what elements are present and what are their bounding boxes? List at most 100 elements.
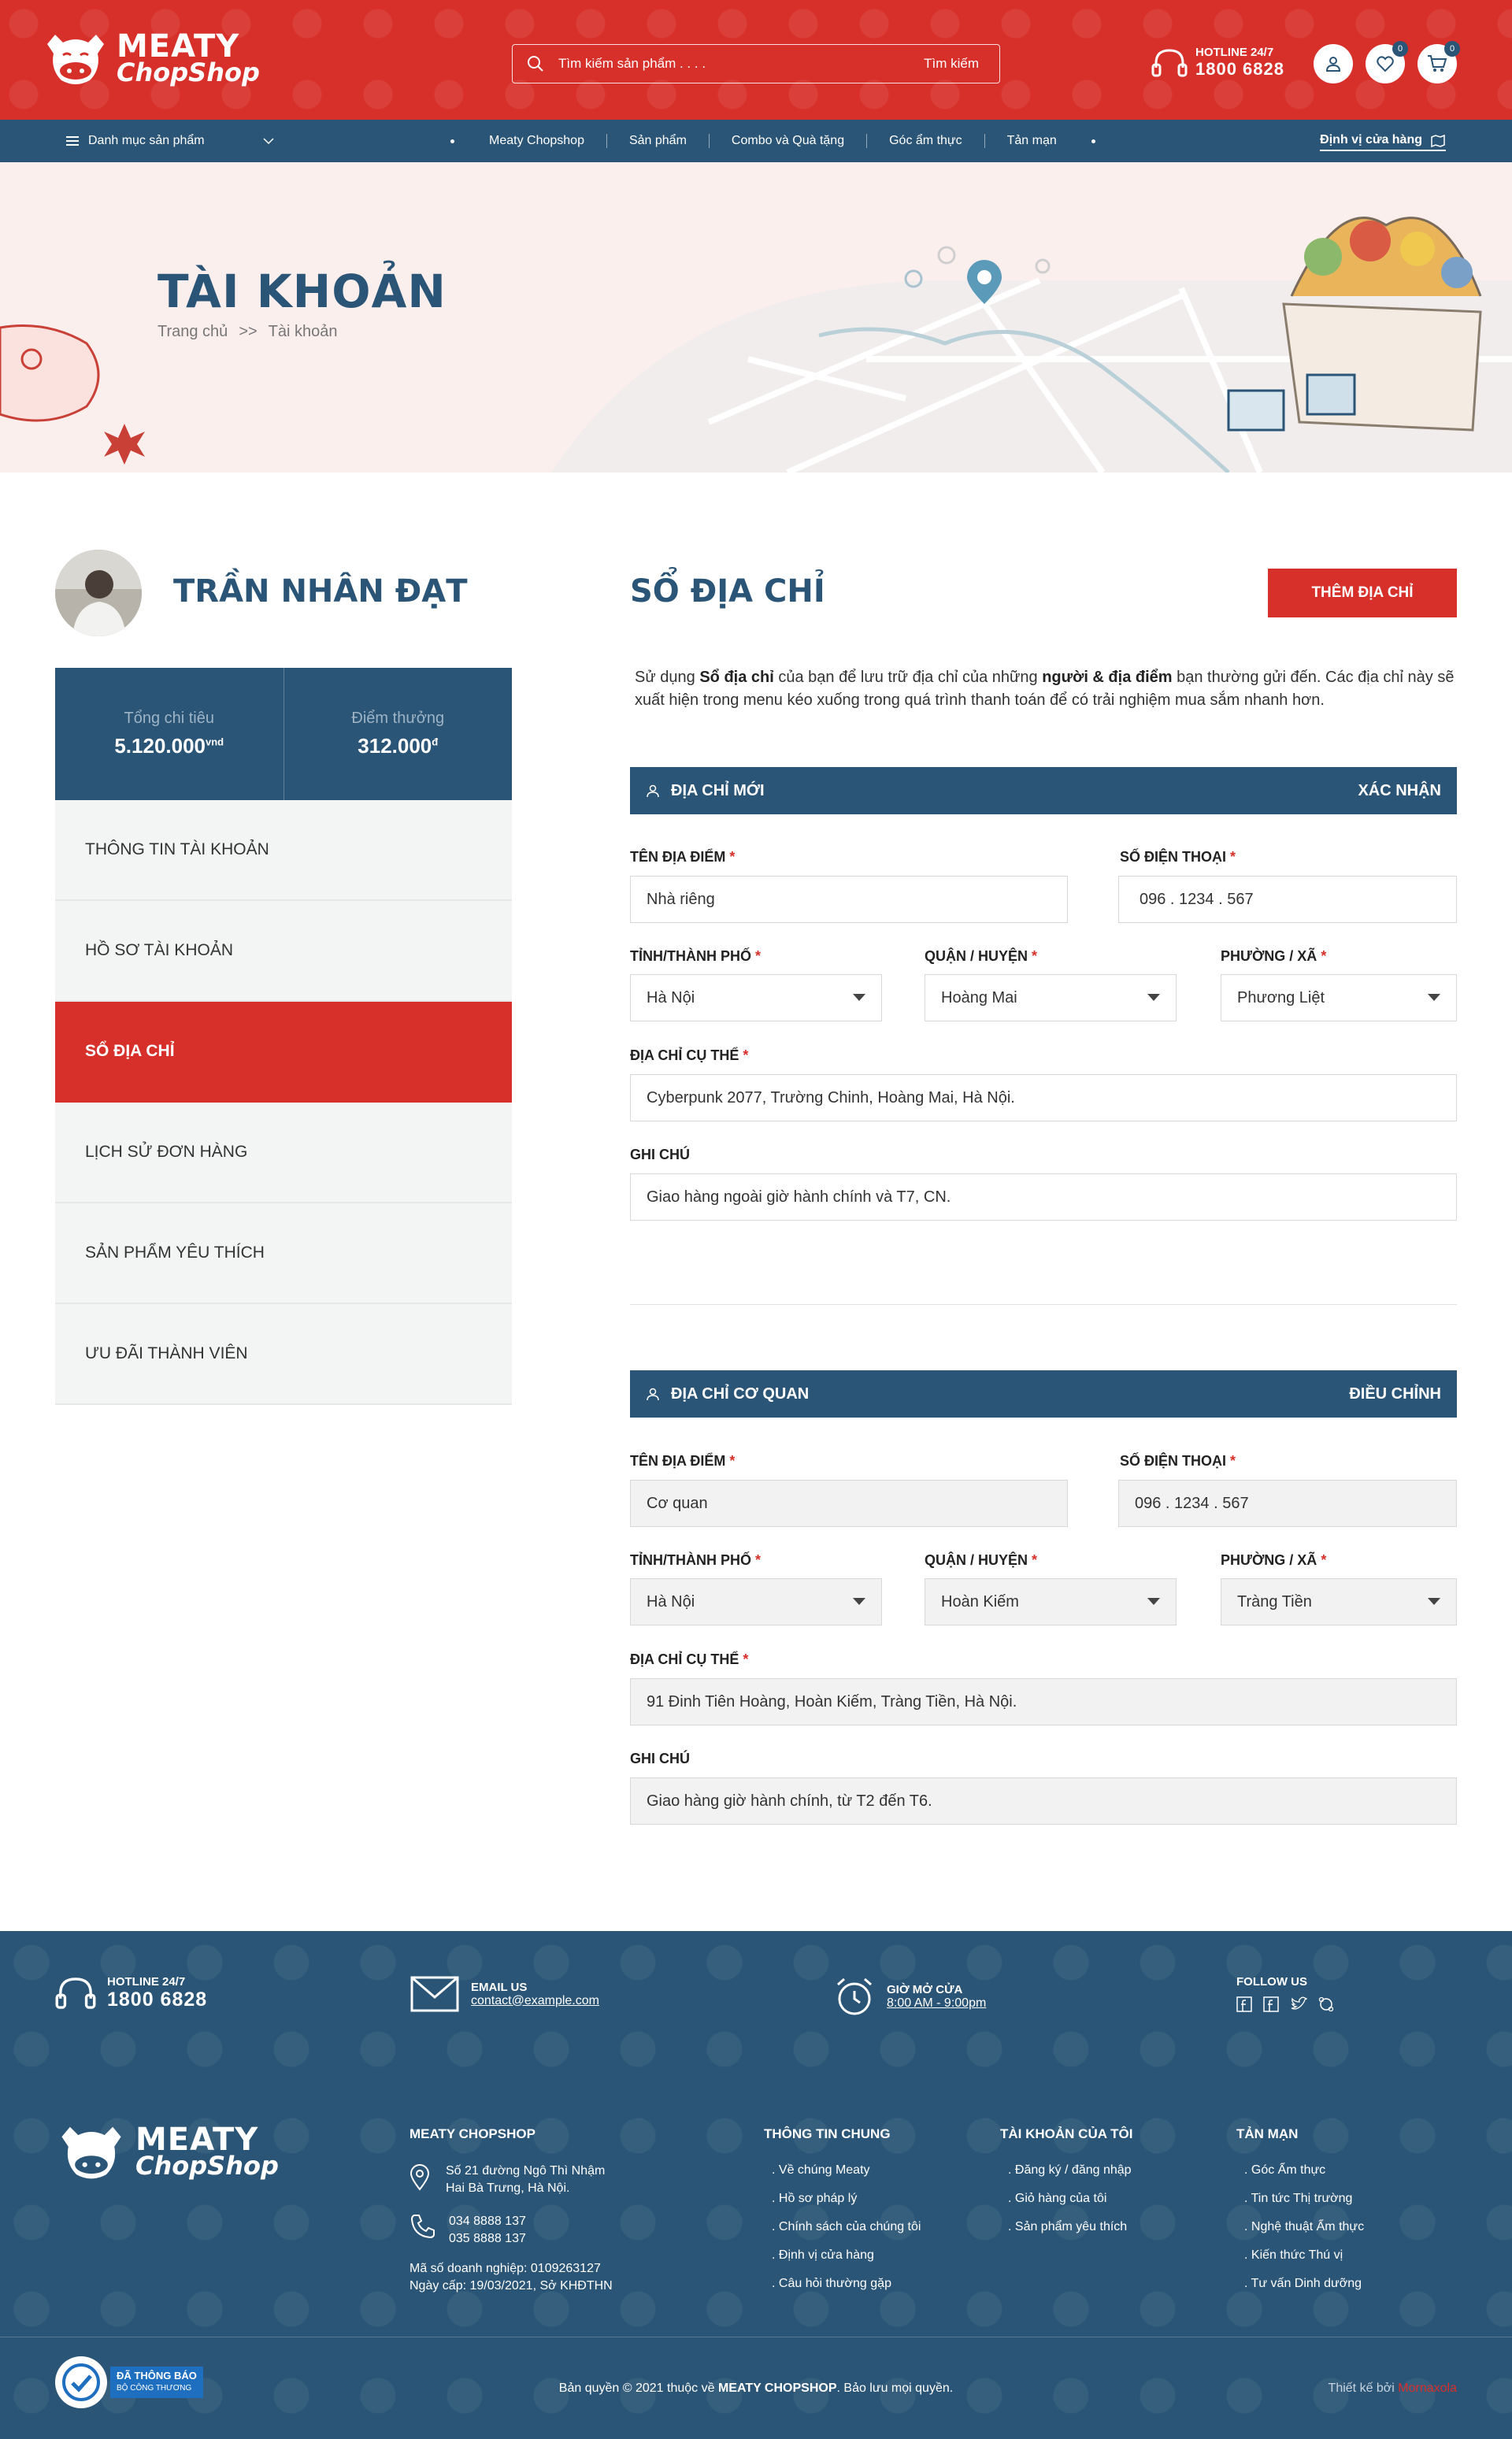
footer-hotline-label: HOTLINE 24/7 xyxy=(107,1975,186,1989)
footer-phones[interactable]: 034 8888 137 035 8888 137 xyxy=(449,2213,526,2248)
confirm-button[interactable]: XÁC NHẬN xyxy=(1358,782,1441,800)
footer-link[interactable]: Nghệ thuật Ẩm thực xyxy=(1244,2213,1364,2241)
note-label: GHI CHÚ xyxy=(630,1147,690,1162)
footer-link[interactable]: Về chúng Meaty xyxy=(772,2156,921,2185)
office-ward-select[interactable]: Tràng Tiền xyxy=(1221,1578,1457,1625)
place-name-input[interactable]: Nhà riêng xyxy=(630,876,1068,923)
footer-follow-label: FOLLOW US xyxy=(1236,1975,1307,1989)
site-footer: HOTLINE 24/7 1800 6828 EMAIL US contact@ex… xyxy=(0,1931,1512,2439)
category-menu-button[interactable]: Danh mục sản phẩm xyxy=(66,120,274,162)
address-label: ĐỊA CHỈ CỤ THỂ * xyxy=(630,1651,749,1667)
cart-button[interactable]: 0 xyxy=(1418,41,1460,83)
footer-link[interactable]: Kiến thức Thú vị xyxy=(1244,2241,1364,2270)
search-icon xyxy=(513,55,558,72)
city-select[interactable]: Hà Nội xyxy=(630,974,882,1021)
ward-label: PHƯỜNG / XÃ * xyxy=(1221,1552,1327,1568)
dropdown-caret-icon xyxy=(853,994,865,1001)
office-district-select[interactable]: Hoàn Kiếm xyxy=(925,1578,1177,1625)
footer-logo[interactable]: MEATY ChopShop xyxy=(54,2114,279,2189)
place-name-label: TÊN ĐỊA ĐIỂM * xyxy=(630,849,736,865)
office-address-input[interactable]: 91 Đinh Tiên Hoàng, Hoàn Kiếm, Tràng Tiề… xyxy=(630,1678,1457,1725)
new-address-header: ĐỊA CHỈ MỚI XÁC NHẬN xyxy=(630,767,1457,814)
footer-email[interactable]: EMAIL US contact@example.com xyxy=(410,1975,599,2013)
ward-select[interactable]: Phương Liệt xyxy=(1221,974,1457,1021)
office-place-name-input[interactable]: Cơ quan xyxy=(630,1480,1068,1527)
facebook-square-icon[interactable] xyxy=(1263,1996,1279,2012)
office-city-select[interactable]: Hà Nội xyxy=(630,1578,882,1625)
phone-input[interactable]: 096 . 1234 . 567 xyxy=(1118,876,1457,923)
avatar[interactable] xyxy=(55,550,142,636)
footer-link[interactable]: Đăng ký / đăng nhập xyxy=(1008,2156,1132,2185)
nav-item-combo-gifts[interactable]: Combo và Quà tặng xyxy=(708,134,866,148)
header-hotline[interactable]: HOTLINE 24/7 1800 6828 xyxy=(1151,46,1284,80)
footer-link[interactable]: Tư vấn Dinh dưỡng xyxy=(1244,2270,1364,2298)
side-item-member-offers[interactable]: ƯU ĐÃI THÀNH VIÊN xyxy=(55,1304,512,1405)
side-item-account-profile[interactable]: HỒ SƠ TÀI KHOẢN xyxy=(55,901,512,1002)
intro-text: Sử dụng Sổ địa chỉ của bạn để lưu trữ đị… xyxy=(635,669,1455,709)
nav-item-products[interactable]: Sản phẩm xyxy=(606,134,709,148)
footer-link[interactable]: Sản phẩm yêu thích xyxy=(1008,2213,1132,2241)
total-spent-label: Tổng chi tiêu xyxy=(124,710,214,727)
footer-col1-list: Về chúng Meaty Hồ sơ pháp lý Chính sách … xyxy=(772,2156,921,2298)
side-item-address-book[interactable]: SỔ ĐỊA CHỈ xyxy=(55,1002,512,1103)
chevron-down-icon xyxy=(263,138,274,145)
hotline-label: HOTLINE 24/7 xyxy=(1195,46,1274,59)
side-item-favorite-products[interactable]: SẢN PHẨM YÊU THÍCH xyxy=(55,1203,512,1304)
nav-item-food-corner[interactable]: Góc ẩm thực xyxy=(866,134,984,148)
headset-icon xyxy=(55,1978,96,2009)
site-logo[interactable]: MEATY ChopShop xyxy=(39,22,260,95)
office-phone-input[interactable]: 096 . 1234 . 567 xyxy=(1118,1480,1457,1527)
logo-text-line2: ChopShop xyxy=(117,57,260,87)
footer-email-link[interactable]: contact@example.com xyxy=(471,1994,599,2008)
note-input[interactable]: Giao hàng ngoài giờ hành chính và T7, CN… xyxy=(630,1173,1457,1221)
footer-link[interactable]: Định vị cửa hàng xyxy=(772,2241,921,2270)
user-photo xyxy=(55,550,142,636)
facebook-icon[interactable] xyxy=(1236,1996,1252,2012)
cow-logo-icon xyxy=(61,2126,121,2179)
location-pin-icon xyxy=(410,2164,430,2191)
district-label: QUẬN / HUYỆN * xyxy=(925,948,1038,964)
footer-follow: FOLLOW US xyxy=(1236,1975,1334,2012)
search-button[interactable]: Tìm kiếm xyxy=(924,56,999,72)
footer-col3-heading: TẢN MẠN xyxy=(1236,2126,1299,2141)
wishlist-button[interactable]: 0 xyxy=(1366,41,1408,83)
locate-store-link[interactable]: Định vị cửa hàng xyxy=(1320,132,1446,151)
phone-icon xyxy=(410,2215,435,2239)
new-address-title: ĐỊA CHỈ MỚI xyxy=(671,781,765,799)
account-side-menu: THÔNG TIN TÀI KHOẢN HỒ SƠ TÀI KHOẢN SỔ Đ… xyxy=(55,800,512,1405)
footer-link[interactable]: Chính sách của chúng tôi xyxy=(772,2213,921,2241)
footer-link[interactable]: Giỏ hàng của tôi xyxy=(1008,2185,1132,2213)
side-item-order-history[interactable]: LỊCH SỬ ĐƠN HÀNG xyxy=(55,1103,512,1203)
nav-item-meaty-chopshop[interactable]: Meaty Chopshop xyxy=(467,134,606,148)
ward-label: PHƯỜNG / XÃ * xyxy=(1221,948,1327,964)
account-button[interactable] xyxy=(1314,44,1353,83)
office-note-input[interactable]: Giao hàng giờ hành chính, từ T2 đến T6. xyxy=(630,1777,1457,1825)
alarm-clock-icon xyxy=(837,1978,872,2015)
dropdown-caret-icon xyxy=(1428,1598,1440,1605)
address-input[interactable]: Cyberpunk 2077, Trường Chinh, Hoàng Mai,… xyxy=(630,1074,1457,1121)
search-input[interactable]: Tìm kiếm sản phẩm . . . . xyxy=(558,56,924,72)
designer-credit[interactable]: Thiết kế bởi Mornaxola xyxy=(1329,2382,1457,2396)
side-item-account-info[interactable]: THÔNG TIN TÀI KHOẢN xyxy=(55,800,512,901)
note-label: GHI CHÚ xyxy=(630,1751,690,1766)
skype-icon[interactable] xyxy=(1318,1996,1334,2012)
breadcrumb-home[interactable]: Trang chủ xyxy=(158,323,228,341)
footer-link[interactable]: Hồ sơ pháp lý xyxy=(772,2185,921,2213)
footer-hotline-number: 1800 6828 xyxy=(107,1989,208,2011)
nav-item-blog[interactable]: Tản mạn xyxy=(984,134,1079,148)
district-select[interactable]: Hoàng Mai xyxy=(925,974,1177,1021)
search-bar[interactable]: Tìm kiếm sản phẩm . . . . Tìm kiếm xyxy=(512,44,1000,83)
twitter-icon[interactable] xyxy=(1290,1996,1307,2012)
wishlist-count-badge: 0 xyxy=(1392,41,1408,57)
add-address-button[interactable]: THÊM ĐỊA CHỈ xyxy=(1268,569,1457,617)
footer-hotline[interactable]: HOTLINE 24/7 1800 6828 xyxy=(55,1975,207,2011)
footer-col2-list: Đăng ký / đăng nhập Giỏ hàng của tôi Sản… xyxy=(1008,2156,1132,2241)
footer-link[interactable]: Góc Ẩm thực xyxy=(1244,2156,1364,2185)
breadcrumb-separator: >> xyxy=(239,323,258,340)
footer-link[interactable]: Câu hỏi thường gặp xyxy=(772,2270,921,2298)
breadcrumb-current: Tài khoản xyxy=(268,323,338,340)
edit-button[interactable]: ĐIỀU CHỈNH xyxy=(1349,1385,1441,1403)
place-name-label: TÊN ĐỊA ĐIỂM * xyxy=(630,1453,736,1469)
footer-link[interactable]: Tin tức Thị trường xyxy=(1244,2185,1364,2213)
office-address-header: ĐỊA CHỈ CƠ QUAN ĐIỀU CHỈNH xyxy=(630,1370,1457,1418)
